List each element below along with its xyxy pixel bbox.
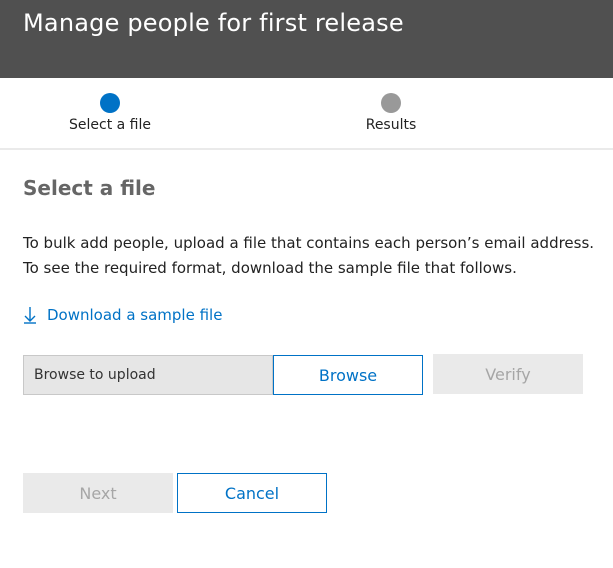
next-button[interactable]: Next xyxy=(23,473,173,513)
verify-button[interactable]: Verify xyxy=(433,354,583,394)
cancel-button[interactable]: Cancel xyxy=(177,473,327,513)
instructions-text: To bulk add people, upload a file that c… xyxy=(23,234,595,277)
download-link-label: Download a sample file xyxy=(47,306,223,324)
browse-button[interactable]: Browse xyxy=(273,355,423,395)
upload-file-field[interactable]: Browse to upload xyxy=(23,355,273,395)
progress-stepper: Select a file Results xyxy=(0,78,613,150)
header-bar: Manage people for first release xyxy=(0,0,613,78)
page-title: Manage people for first release xyxy=(23,9,404,37)
download-sample-link[interactable]: Download a sample file xyxy=(23,306,222,324)
step-results: Results xyxy=(321,93,461,133)
download-icon xyxy=(23,306,37,324)
upload-field-text: Browse to upload xyxy=(34,367,156,383)
step-select-file: Select a file xyxy=(40,93,180,133)
step-label-select-file: Select a file xyxy=(69,117,151,133)
step-active-dot-icon xyxy=(100,93,120,113)
step-inactive-dot-icon xyxy=(381,93,401,113)
step-label-results: Results xyxy=(365,117,417,133)
section-title: Select a file xyxy=(23,176,156,200)
